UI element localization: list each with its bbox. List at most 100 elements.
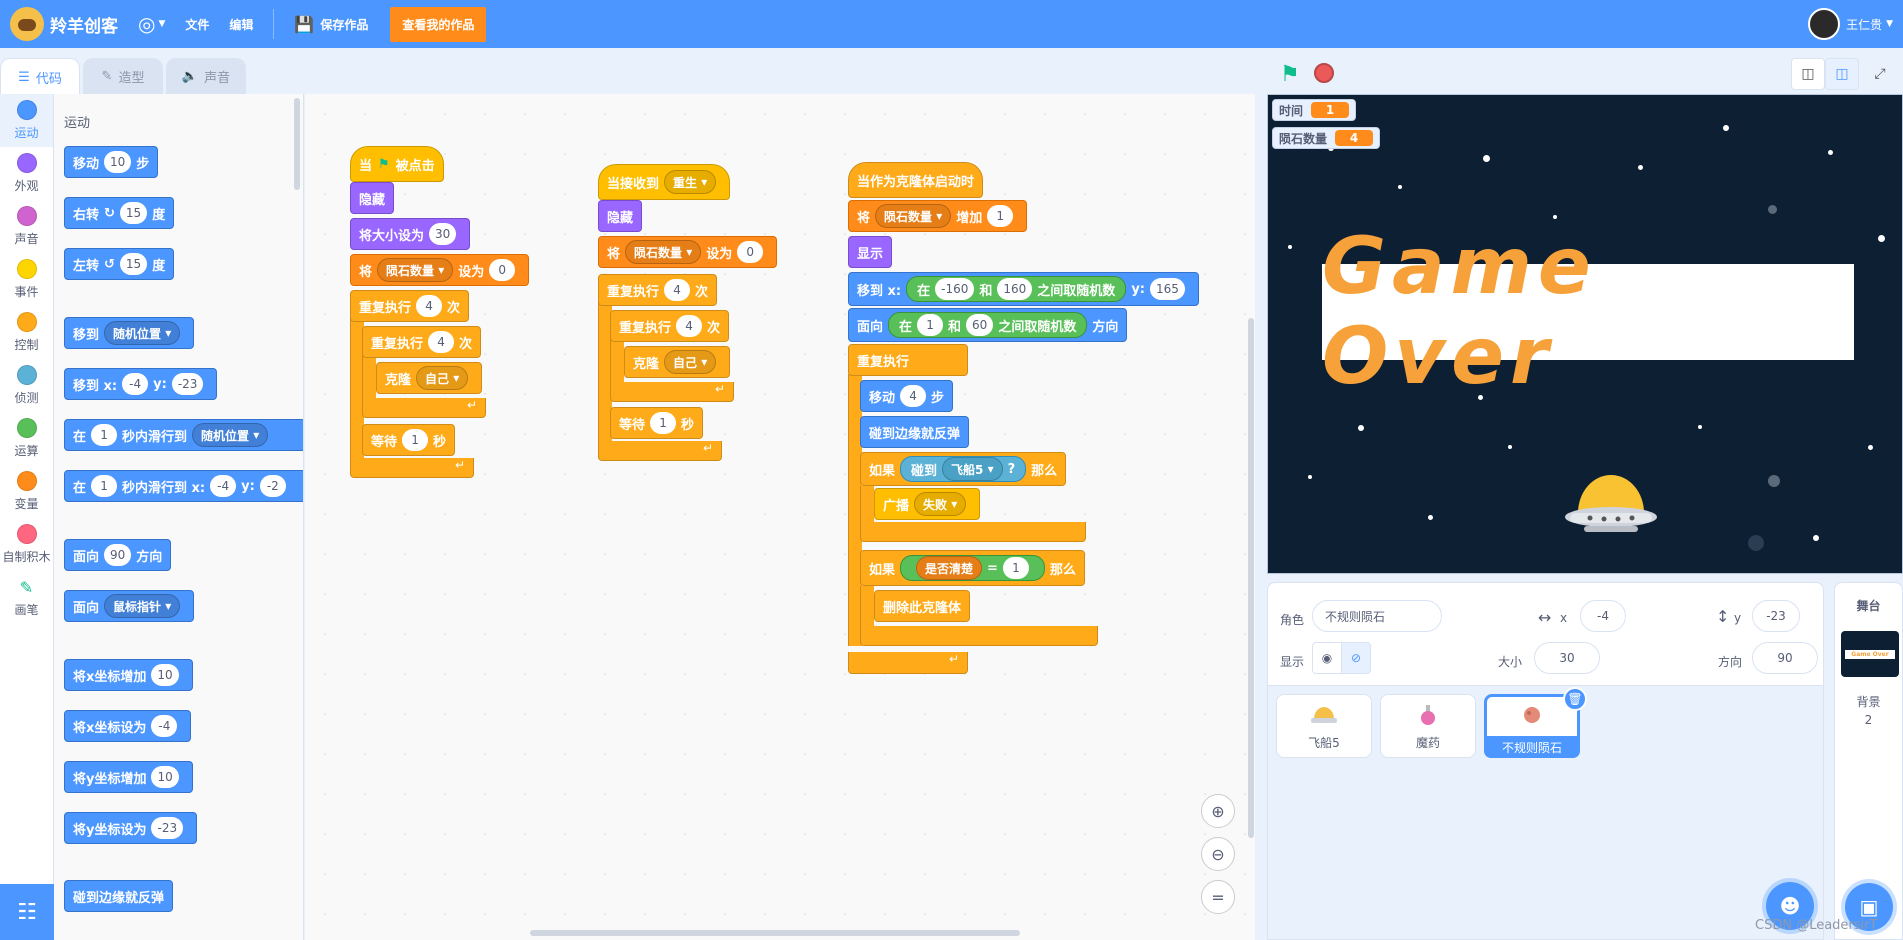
script3-bounce-block[interactable]: 碰到边缘就反弹 [860,416,970,448]
script2-clone-block[interactable]: 克隆 自己 ▾ [624,346,731,378]
sprite-thumb-potion[interactable]: 魔药 [1380,694,1476,758]
script2-repeat-block[interactable]: 重复执行 4 次 [598,274,718,306]
time-monitor[interactable]: 时间 1 [1272,99,1357,121]
category-operators[interactable]: 运算 [0,412,53,465]
var-dropdown[interactable]: 陨石数量 ▾ [377,258,454,282]
glide-y-input[interactable]: -2 [259,475,286,497]
cleared-var-reporter[interactable]: 是否清楚 [916,556,983,580]
stage-canvas[interactable]: 时间 1 陨石数量 4 Game Over [1267,94,1903,574]
random-to-input[interactable]: 160 [997,278,1033,300]
palette-change-x-block[interactable]: 将x坐标增加 10 [64,659,193,691]
category-looks[interactable]: 外观 [0,147,53,200]
random-x-reporter[interactable]: 在 -160 和 160 之间取随机数 [906,276,1127,302]
palette-set-y-block[interactable]: 将y坐标设为 -23 [64,812,198,844]
broadcast-dropdown[interactable]: 失败 ▾ [914,492,967,516]
x-input[interactable]: -4 [1580,600,1626,632]
random-from-input[interactable]: -160 [935,278,975,300]
inner-repeat-input[interactable]: 4 [676,315,703,337]
script1-clone-block[interactable]: 克隆 自己 ▾ [376,362,483,394]
script1-repeat-block[interactable]: 重复执行 4 次 [350,290,470,322]
palette-goto-block[interactable]: 移到 随机位置 ▾ [64,317,195,349]
category-control[interactable]: 控制 [0,306,53,359]
sprite-thumb-spaceship[interactable]: 飞船5 [1276,694,1372,758]
show-hidden-button[interactable]: ⊘ [1341,642,1371,674]
script1-wait-block[interactable]: 等待 1 秒 [362,424,456,456]
sprite-thumb-meteor[interactable]: 不规则陨石 🗑 [1484,687,1587,758]
script3-clone-start-hat[interactable]: 当作为克隆体启动时 [848,162,984,198]
tab-code[interactable]: ☰ 代码 [0,58,80,95]
script2-inner-repeat-block[interactable]: 重复执行 4 次 [610,310,730,342]
wait-seconds-input[interactable]: 1 [650,412,677,434]
wait-seconds-input[interactable]: 1 [402,429,429,451]
tab-sounds[interactable]: 🔈 声音 [166,58,246,94]
category-variables[interactable]: 变量 [0,465,53,518]
glide-xy-seconds-input[interactable]: 1 [91,475,118,497]
script2-wait-block[interactable]: 等待 1 秒 [610,407,704,439]
var-dropdown[interactable]: 陨石数量 ▾ [875,204,952,228]
language-menu[interactable]: ◎ ▼ [138,12,165,36]
workspace-horizontal-scrollbar[interactable] [530,930,1020,936]
glide-seconds-input[interactable]: 1 [91,424,118,446]
turn-left-input[interactable]: 15 [119,253,148,275]
script1-hide-block[interactable]: 隐藏 [350,182,395,214]
palette-turn-right-block[interactable]: 右转 ↻ 15 度 [64,197,175,229]
edit-menu[interactable]: 编辑 [229,16,253,33]
my-works-button[interactable]: 查看我的作品 [390,6,487,42]
change-var-input[interactable]: 1 [987,205,1014,227]
script3-if-touching-block[interactable]: 如果 碰到 飞船5 ▾? 那么 [860,452,1067,486]
palette-move-block[interactable]: 移动 10 步 [64,146,159,178]
delete-sprite-button[interactable]: 🗑 [1563,687,1587,711]
inner-repeat-input[interactable]: 4 [428,331,455,353]
glide-target-dropdown[interactable]: 随机位置 ▾ [192,423,269,447]
script2-hide-block[interactable]: 隐藏 [598,200,643,232]
small-stage-button[interactable]: ◫ [1791,58,1825,90]
turn-right-input[interactable]: 15 [119,202,148,224]
palette-turn-left-block[interactable]: 左转 ↺ 15 度 [64,248,175,280]
script3-if-equals-block[interactable]: 如果 是否清楚 = 1 那么 [860,550,1085,586]
direction-input[interactable]: 90 [1752,642,1818,674]
change-x-input[interactable]: 10 [151,664,179,686]
set-var-input[interactable]: 0 [737,241,764,263]
workspace-vertical-scrollbar[interactable] [1248,318,1254,838]
category-my-blocks[interactable]: 自制积木 [0,518,53,571]
goto-target-dropdown[interactable]: 随机位置 ▾ [104,321,181,345]
palette-change-y-block[interactable]: 将y坐标增加 10 [64,761,193,793]
script3-goto-xy-block[interactable]: 移到 x: 在 -160 和 160 之间取随机数 y: 165 [848,272,1199,306]
palette-glide-xy-block[interactable]: 在 1 秒内滑行到 x: -4 y: -2 [64,470,303,502]
goto-x-input[interactable]: -4 [122,373,149,395]
repeat-count-input[interactable]: 4 [664,279,691,301]
category-sound[interactable]: 声音 [0,200,53,253]
tab-costumes[interactable]: ✎ 造型 [83,58,163,94]
file-menu[interactable]: 文件 [185,16,209,33]
script1-set-size-block[interactable]: 将大小设为 30 [350,218,471,250]
stop-button[interactable] [1314,63,1334,83]
category-sensing[interactable]: 侦测 [0,359,53,412]
set-size-input[interactable]: 30 [429,223,457,245]
goto-y-input[interactable]: 165 [1150,278,1185,300]
script3-forever-block[interactable]: 重复执行 [848,344,968,376]
palette-glide-block[interactable]: 在 1 秒内滑行到 随机位置 ▾ [64,419,303,451]
towards-dropdown[interactable]: 鼠标指针 ▾ [104,594,181,618]
clone-target-dropdown[interactable]: 自己 ▾ [416,366,469,390]
script1-inner-repeat-block[interactable]: 重复执行 4 次 [362,326,482,358]
script1-set-var-block[interactable]: 将陨石数量 ▾ 设为 0 [350,254,530,286]
script3-change-var-block[interactable]: 将陨石数量 ▾ 增加 1 [848,200,1028,232]
var-dropdown[interactable]: 陨石数量 ▾ [625,240,702,264]
script1-when-flag-hat[interactable]: 当 ⚑ 被点击 [350,146,444,182]
sprite-name-input[interactable]: 不规则陨石 [1312,600,1442,632]
palette-bounce-block[interactable]: 碰到边缘就反弹 [64,880,174,912]
user-menu[interactable]: 王仁贵 ▼ [1808,8,1893,40]
dir-to-input[interactable]: 60 [966,314,994,336]
clone-target-dropdown[interactable]: 自己 ▾ [664,350,717,374]
script2-set-var-block[interactable]: 将陨石数量 ▾ 设为 0 [598,236,778,268]
set-y-input[interactable]: -23 [151,817,184,839]
show-visible-button[interactable]: ◉ [1312,642,1342,674]
message-dropdown[interactable]: 重生 ▾ [664,170,717,194]
equals-value-input[interactable]: 1 [1002,557,1029,579]
goto-y-input[interactable]: -23 [171,373,204,395]
category-motion[interactable]: 运动 [0,94,53,147]
zoom-reset-button[interactable]: = [1201,880,1235,914]
script2-when-receive-hat[interactable]: 当接收到 重生 ▾ [598,164,731,200]
category-pen[interactable]: ✎ 画笔 [0,571,53,624]
palette-point-direction-block[interactable]: 面向 90 方向 [64,539,172,571]
